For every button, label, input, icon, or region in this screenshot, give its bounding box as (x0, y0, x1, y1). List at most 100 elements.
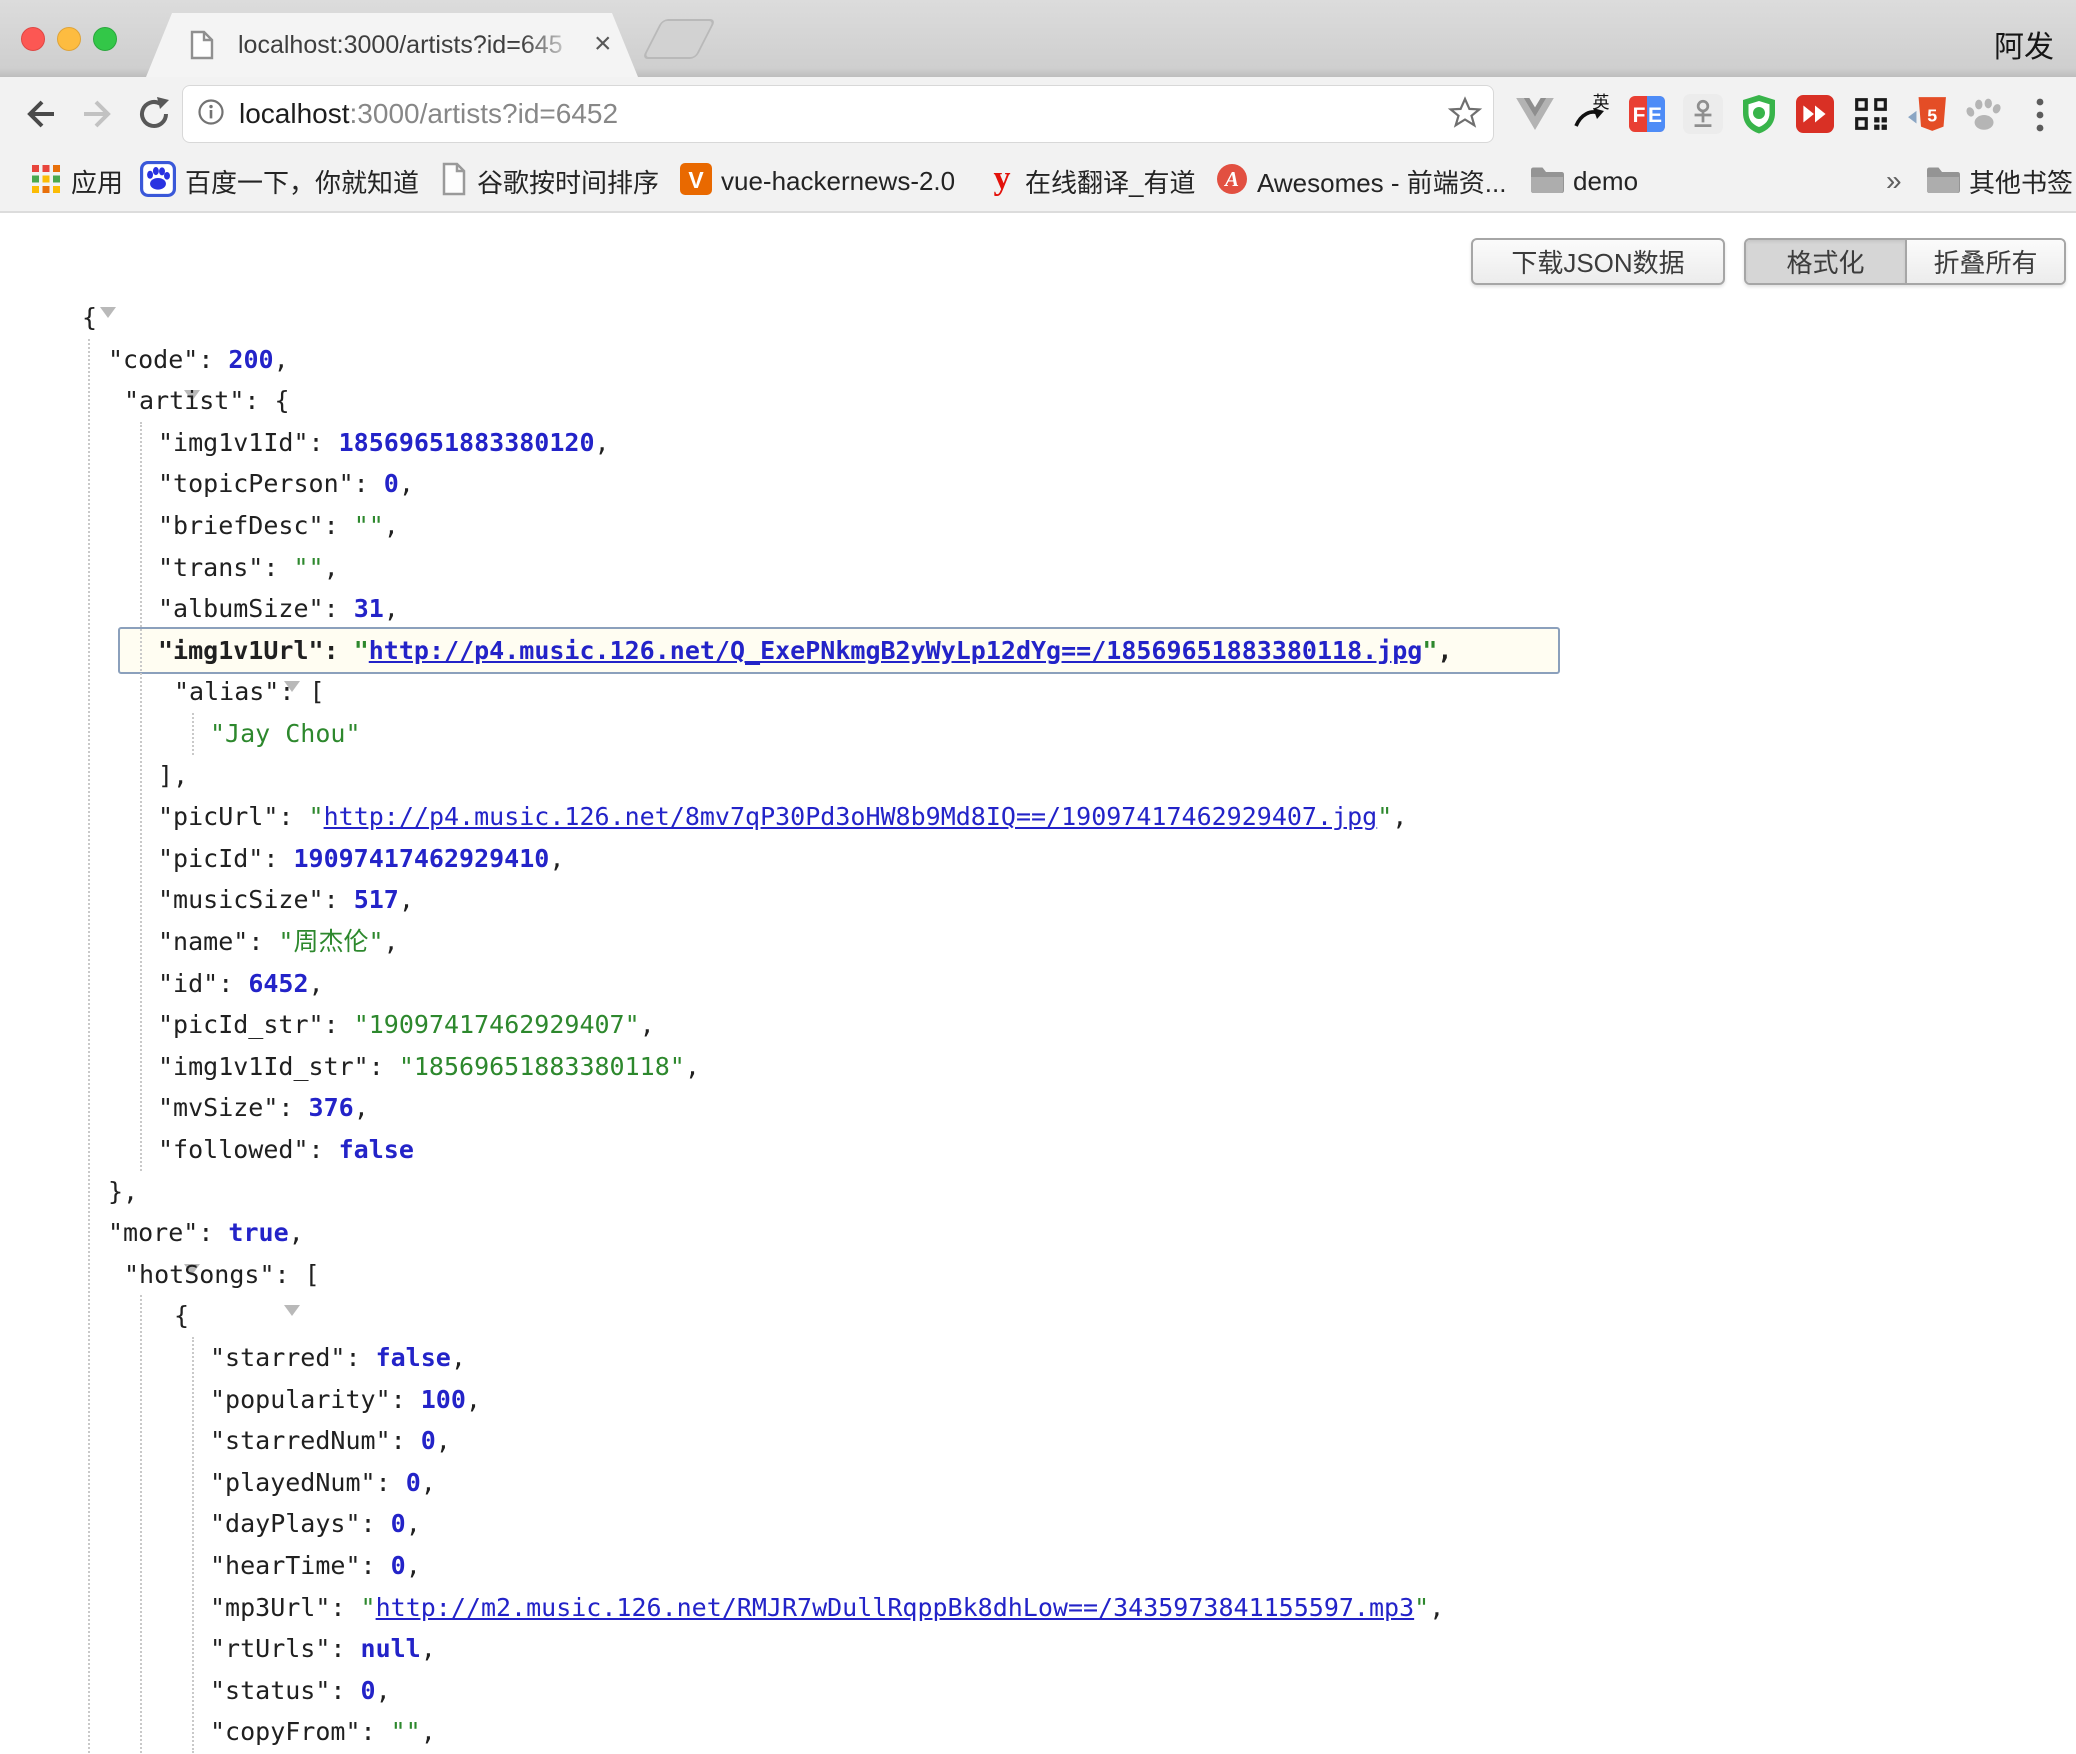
json-row: "popularity": 100, (0, 1379, 2076, 1421)
json-punctuation: , (406, 1509, 421, 1538)
json-link[interactable]: http://m2.music.126.net/RMJR7wDullRqppBk… (376, 1593, 1415, 1622)
json-punctuation: , (399, 469, 414, 498)
json-punctuation: : (324, 1010, 354, 1039)
json-string: "周杰伦" (278, 927, 383, 956)
json-key: "briefDesc" (158, 511, 324, 540)
json-punctuation: : (330, 1634, 360, 1663)
json-punctuation: : (391, 1426, 421, 1455)
json-punctuation: : (361, 1509, 391, 1538)
json-punctuation: , (421, 1717, 436, 1746)
json-punctuation: , (1429, 1593, 1444, 1622)
json-string: "" (354, 511, 384, 540)
json-string: " (1414, 1593, 1429, 1622)
json-key: "artist" (124, 386, 244, 415)
json-number: 517 (354, 885, 399, 914)
json-number: 31 (354, 594, 384, 623)
json-number: 18569651883380120 (339, 428, 595, 457)
json-key: "code" (108, 345, 198, 374)
json-key: "playedNum" (210, 1468, 376, 1497)
json-string: "" (293, 553, 323, 582)
json-row: "copyFrom": "", (0, 1711, 2076, 1753)
json-punctuation: [ (309, 677, 324, 706)
json-row: "status": 0, (0, 1670, 2076, 1712)
json-punctuation: : (263, 553, 293, 582)
json-key: "starredNum" (210, 1426, 391, 1455)
json-punctuation: ], (158, 761, 188, 790)
json-number: true (228, 1218, 288, 1247)
json-punctuation: : (218, 969, 248, 998)
json-link[interactable]: http://p4.music.126.net/8mv7qP30Pd3oHW8b… (324, 802, 1378, 831)
json-punctuation: : (198, 345, 228, 374)
json-key: "starred" (210, 1343, 345, 1372)
json-punctuation: : (263, 844, 293, 873)
json-number: 376 (309, 1093, 354, 1122)
json-tree: {"code": 200,"artist": {"img1v1Id": 1856… (0, 0, 2076, 1754)
json-key: "musicSize" (158, 885, 324, 914)
json-row: "img1v1Id_str": "18569651883380118", (0, 1046, 2076, 1088)
json-punctuation: , (466, 1385, 481, 1414)
json-row: "picId_str": "19097417462929407", (0, 1004, 2076, 1046)
json-punctuation: : (279, 677, 309, 706)
json-punctuation: , (451, 1343, 466, 1372)
json-punctuation: : (248, 927, 278, 956)
json-number: 19097417462929410 (293, 844, 549, 873)
json-punctuation: { (82, 303, 97, 332)
json-row: "rtUrls": null, (0, 1628, 2076, 1670)
json-punctuation: , (384, 511, 399, 540)
json-number: 0 (384, 469, 399, 498)
json-number: false (376, 1343, 451, 1372)
json-punctuation: : (361, 1551, 391, 1580)
json-string: " (354, 636, 369, 665)
json-punctuation: , (324, 553, 339, 582)
json-row: "img1v1Id": 18569651883380120, (0, 422, 2076, 464)
json-punctuation: : (278, 802, 308, 831)
json-punctuation: , (399, 885, 414, 914)
indent-guide (140, 1295, 142, 1753)
json-punctuation: , (309, 969, 324, 998)
json-punctuation: , (549, 844, 564, 873)
json-key: "mp3Url" (210, 1593, 330, 1622)
json-row: "code": 200, (0, 339, 2076, 381)
json-number: 200 (228, 345, 273, 374)
json-punctuation: , (421, 1634, 436, 1663)
json-punctuation: , (376, 1676, 391, 1705)
json-key: "name" (158, 927, 248, 956)
json-key: "popularity" (210, 1385, 391, 1414)
json-number: 0 (391, 1509, 406, 1538)
json-row: "trans": "", (0, 547, 2076, 589)
json-key: "picUrl" (158, 802, 278, 831)
json-punctuation: : (330, 1593, 360, 1622)
json-number: false (339, 1135, 414, 1164)
json-string: " (309, 802, 324, 831)
json-punctuation: , (274, 345, 289, 374)
json-row: "picId": 19097417462929410, (0, 838, 2076, 880)
json-row: "id": 6452, (0, 963, 2076, 1005)
json-punctuation: : (345, 1343, 375, 1372)
json-key: "img1v1Id" (158, 428, 309, 457)
json-punctuation: , (1437, 636, 1452, 665)
json-punctuation: : (309, 428, 339, 457)
json-string: " (1422, 636, 1437, 665)
json-punctuation: : (376, 1468, 406, 1497)
json-number: 0 (421, 1426, 436, 1455)
json-row: "mp3Url": "http://m2.music.126.net/RMJR7… (0, 1587, 2076, 1629)
json-row: "more": true, (0, 1212, 2076, 1254)
json-punctuation: : (324, 636, 354, 665)
json-number: null (361, 1634, 421, 1663)
json-number: 0 (361, 1676, 376, 1705)
json-link[interactable]: http://p4.music.126.net/Q_ExePNkmgB2yWyL… (369, 636, 1423, 665)
json-row: "artist": { (0, 380, 2076, 422)
json-punctuation: , (595, 428, 610, 457)
json-row-highlighted: "img1v1Url": "http://p4.music.126.net/Q_… (0, 630, 2076, 672)
json-row: "playedNum": 0, (0, 1462, 2076, 1504)
json-punctuation: , (436, 1426, 451, 1455)
json-row: "albumSize": 31, (0, 588, 2076, 630)
json-punctuation: { (275, 386, 290, 415)
json-key: "rtUrls" (210, 1634, 330, 1663)
json-punctuation: , (640, 1010, 655, 1039)
json-punctuation: , (421, 1468, 436, 1497)
json-key: "copyFrom" (210, 1717, 361, 1746)
json-punctuation: : (198, 1218, 228, 1247)
json-row: "starredNum": 0, (0, 1420, 2076, 1462)
json-row: "hearTime": 0, (0, 1545, 2076, 1587)
